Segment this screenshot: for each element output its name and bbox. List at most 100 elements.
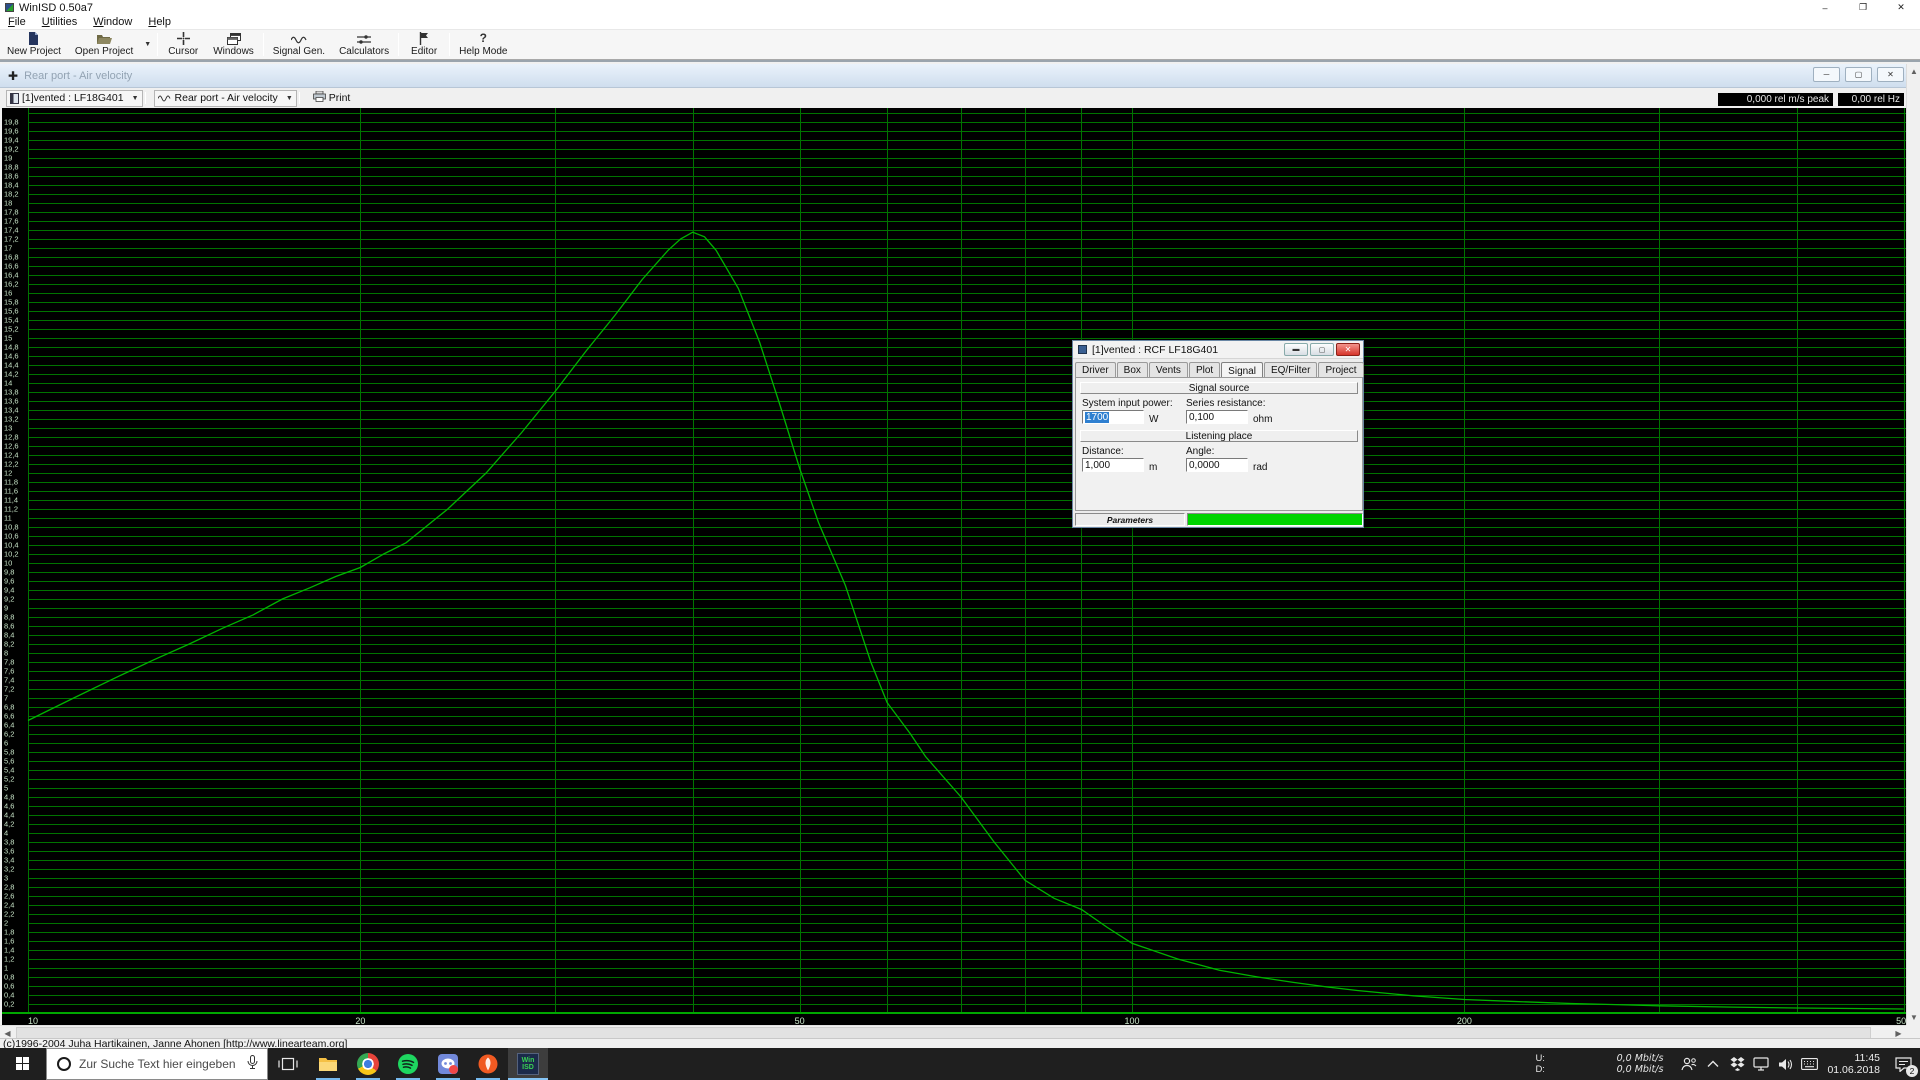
series-resistance-label: Series resistance:: [1186, 398, 1266, 409]
child-close-button[interactable]: ✕: [1877, 67, 1904, 82]
series-resistance-input[interactable]: 0,100: [1186, 410, 1248, 424]
svg-text:10,8: 10,8: [4, 523, 19, 532]
dialog-titlebar[interactable]: [1]vented : RCF LF18G401 ▬ ▢ ✕: [1073, 341, 1363, 359]
svg-text:18,6: 18,6: [4, 172, 19, 181]
svg-text:15,4: 15,4: [4, 316, 19, 325]
signal-gen-button[interactable]: Signal Gen.: [266, 30, 332, 59]
open-project-button[interactable]: Open Project: [68, 30, 140, 59]
dialog-close-button[interactable]: ✕: [1336, 343, 1360, 356]
restore-button[interactable]: ❐: [1844, 0, 1882, 15]
minimize-button[interactable]: –: [1806, 0, 1844, 15]
toolbar-separator: [398, 33, 400, 56]
scroll-down-arrow[interactable]: ▼: [1907, 1010, 1920, 1025]
graph-selector-combo[interactable]: Rear port - Air velocity ▼: [153, 89, 297, 107]
chevron-up-icon[interactable]: [1701, 1048, 1725, 1080]
open-project-dropdown-arrow[interactable]: ▼: [140, 30, 155, 59]
svg-text:17,6: 17,6: [4, 217, 19, 226]
people-icon[interactable]: [1677, 1048, 1701, 1080]
project-selector-combo[interactable]: [1]vented : LF18G401 ▼: [6, 89, 143, 107]
svg-text:18,2: 18,2: [4, 190, 19, 199]
angle-unit-label: rad: [1253, 462, 1268, 473]
plot-window-title: Rear port - Air velocity: [24, 69, 133, 82]
dialog-maximize-button[interactable]: ▢: [1310, 343, 1334, 356]
close-button[interactable]: ✕: [1882, 0, 1920, 15]
toolbar-separator: [157, 33, 159, 56]
action-center-button[interactable]: 2: [1886, 1048, 1920, 1080]
svg-text:11: 11: [4, 514, 12, 523]
search-box[interactable]: Zur Suche Text hier eingeben: [46, 1048, 268, 1080]
taskbar-clock[interactable]: 11:45 01.06.2018: [1827, 1052, 1880, 1076]
tab-plot[interactable]: Plot: [1188, 362, 1221, 377]
tab-signal[interactable]: Signal: [1221, 362, 1263, 378]
svg-text:14,8: 14,8: [4, 343, 19, 352]
chevron-down-icon: ▼: [131, 94, 139, 102]
speaker-icon[interactable]: [1773, 1048, 1797, 1080]
svg-text:15,8: 15,8: [4, 298, 19, 307]
menu-file[interactable]: File: [0, 15, 34, 29]
menu-utilities[interactable]: Utilities: [34, 15, 85, 29]
menu-window[interactable]: Window: [85, 15, 140, 29]
plot-area[interactable]: 0,2 0,4 0,6 0,8 1 1,2 1,4 1,6 1,8 2 2,2 2,4 2,6 2,8 3 3…: [2, 108, 1906, 1025]
microphone-icon[interactable]: [247, 1055, 258, 1073]
search-placeholder: Zur Suche Text hier eingeben: [79, 1057, 236, 1071]
cursor-button[interactable]: Cursor: [160, 30, 206, 59]
discord-button[interactable]: [428, 1048, 468, 1080]
svg-text:1,4: 1,4: [4, 946, 14, 955]
velocity-peak-readout: 0,000 rel m/s peak: [1718, 93, 1833, 106]
distance-label: Distance:: [1082, 446, 1124, 457]
editor-button[interactable]: Editor: [401, 30, 447, 59]
origin-button[interactable]: [468, 1048, 508, 1080]
taskbar: Zur Suche Text hier eingeben Win ISD U: …: [0, 1048, 1920, 1080]
svg-text:1,8: 1,8: [4, 928, 14, 937]
touch-keyboard-icon[interactable]: [1797, 1048, 1821, 1080]
netspeed-monitor[interactable]: U: 0,0 Mbit/s D: 0,0 Mbit/s: [1535, 1053, 1663, 1075]
svg-text:5,4: 5,4: [4, 766, 14, 775]
screen: WinISD 0.50a7 – ❐ ✕ File Utilities Windo…: [0, 0, 1920, 1080]
start-button[interactable]: [0, 1048, 46, 1080]
svg-text:8,6: 8,6: [4, 622, 14, 631]
system-input-power-input[interactable]: 1700: [1082, 410, 1144, 424]
vertical-scrollbar[interactable]: ▲ ▼: [1906, 64, 1920, 1025]
file-explorer-button[interactable]: [308, 1048, 348, 1080]
svg-text:4,8: 4,8: [4, 793, 14, 802]
svg-text:13,6: 13,6: [4, 397, 19, 406]
waveform-icon: [157, 94, 172, 103]
chrome-button[interactable]: [348, 1048, 388, 1080]
svg-text:9,2: 9,2: [4, 595, 14, 604]
distance-input[interactable]: 1,000: [1082, 458, 1144, 472]
svg-text:18: 18: [4, 199, 12, 208]
spotify-button[interactable]: [388, 1048, 428, 1080]
menu-help[interactable]: Help: [140, 15, 179, 29]
child-restore-button[interactable]: ▢: [1845, 67, 1872, 82]
windows-button[interactable]: Windows: [206, 30, 261, 59]
tab-vents[interactable]: Vents: [1148, 362, 1188, 377]
svg-text:20: 20: [355, 1016, 365, 1025]
calculators-button[interactable]: Calculators: [332, 30, 396, 59]
svg-text:7: 7: [4, 694, 8, 703]
new-project-button[interactable]: New Project: [0, 30, 68, 59]
angle-input[interactable]: 0,0000: [1186, 458, 1248, 472]
resistance-unit-label: ohm: [1253, 414, 1273, 425]
print-button[interactable]: Print: [308, 90, 356, 107]
ethernet-icon[interactable]: [1749, 1048, 1773, 1080]
svg-text:7,4: 7,4: [4, 676, 14, 685]
tab-eq-filter[interactable]: EQ/Filter: [1263, 362, 1318, 377]
svg-text:11,2: 11,2: [4, 505, 18, 514]
dialog-minimize-button[interactable]: ▬: [1284, 343, 1308, 356]
winisd-taskbar-button[interactable]: Win ISD: [508, 1048, 548, 1080]
svg-text:0,4: 0,4: [4, 991, 14, 1000]
svg-text:2,6: 2,6: [4, 892, 14, 901]
parameters-panel[interactable]: Parameters: [1075, 513, 1185, 526]
svg-text:13: 13: [4, 424, 12, 433]
air-velocity-chart[interactable]: 0,20,40,60,811,21,41,61,822,22,42,62,833…: [2, 108, 1906, 1025]
child-minimize-button[interactable]: ─: [1813, 67, 1840, 82]
help-mode-button[interactable]: ? Help Mode: [452, 30, 514, 59]
task-view-button[interactable]: [268, 1048, 308, 1080]
tab-box[interactable]: Box: [1116, 362, 1148, 377]
signal-tab-panel: Signal source System input power: Series…: [1075, 377, 1363, 511]
scroll-up-arrow[interactable]: ▲: [1907, 64, 1920, 79]
tab-driver[interactable]: Driver: [1075, 362, 1116, 377]
svg-text:12,6: 12,6: [4, 442, 19, 451]
dropbox-icon[interactable]: [1725, 1048, 1749, 1080]
tab-project[interactable]: Project: [1318, 362, 1364, 377]
